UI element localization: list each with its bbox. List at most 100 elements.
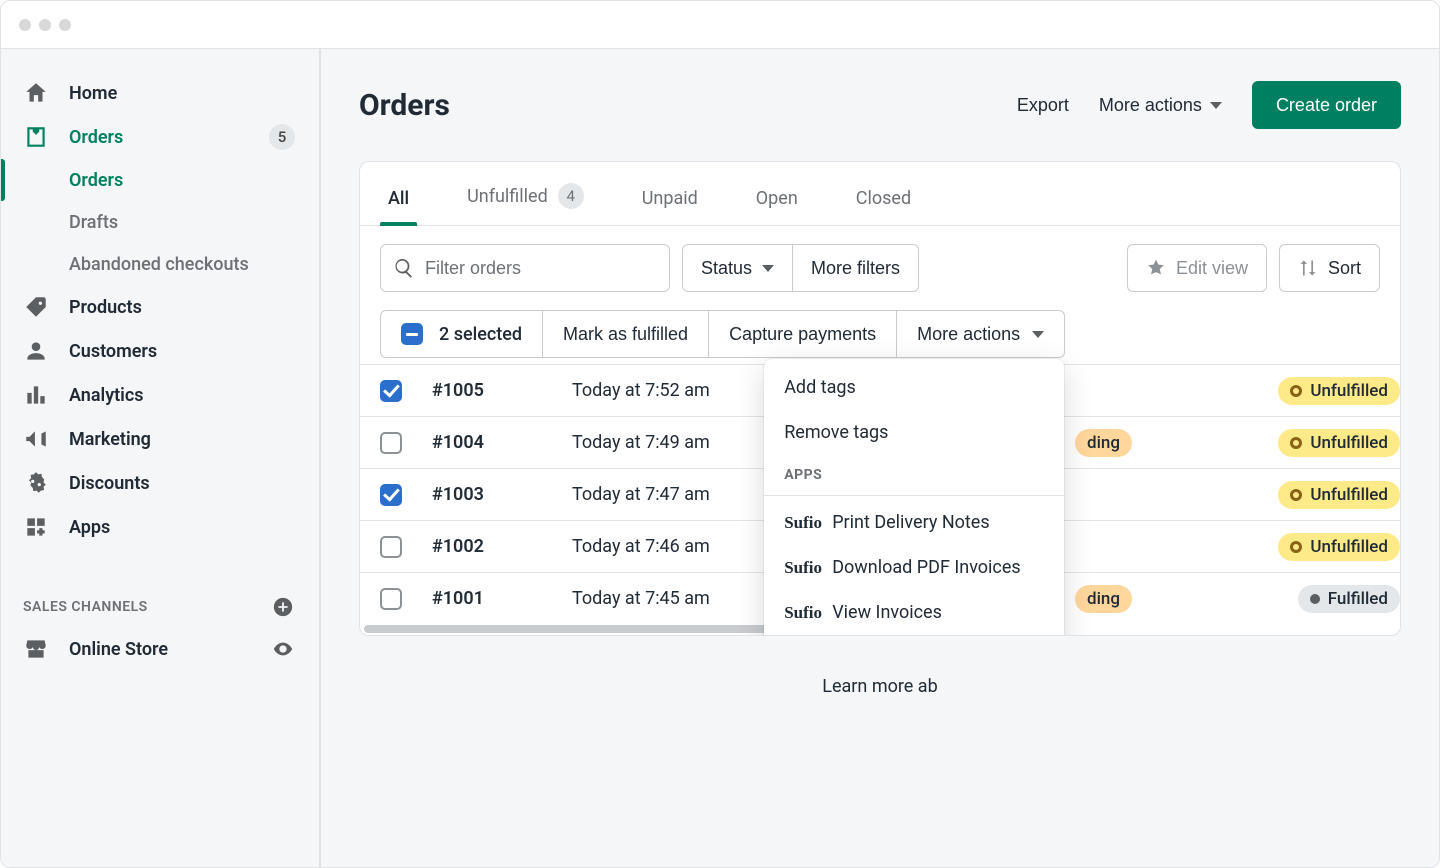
status-badge: Unfulfilled xyxy=(1278,377,1400,405)
row-checkbox[interactable] xyxy=(380,536,402,558)
dropdown-item-label: View Invoices xyxy=(832,602,942,623)
sidebar-item-label: Marketing xyxy=(69,429,151,450)
window-minimize-icon[interactable] xyxy=(39,19,51,31)
page-title: Orders xyxy=(359,88,450,123)
sidebar-sub-drafts[interactable]: Drafts xyxy=(69,201,311,243)
sort-button[interactable]: Sort xyxy=(1279,244,1380,292)
sidebar-item-orders[interactable]: Orders 5 xyxy=(1,115,311,159)
tab-unfulfilled[interactable]: Unfulfilled 4 xyxy=(459,183,592,225)
create-order-button[interactable]: Create order xyxy=(1252,81,1401,129)
sufio-logo-icon: Sufio xyxy=(784,558,816,578)
edit-view-button: Edit view xyxy=(1127,244,1267,292)
tag-icon xyxy=(23,294,49,320)
order-fulfillment-status: Unfulfilled xyxy=(1152,417,1400,469)
status-badge: Unfulfilled xyxy=(1278,481,1400,509)
more-filters-label: More filters xyxy=(811,258,900,279)
ring-icon xyxy=(1290,437,1302,449)
header-more-actions-button[interactable]: More actions xyxy=(1099,95,1222,116)
status-badge: Unfulfilled xyxy=(1278,533,1400,561)
search-icon xyxy=(393,257,415,279)
megaphone-icon xyxy=(23,426,49,452)
sidebar-item-label: Customers xyxy=(69,341,157,362)
sidebar-item-marketing[interactable]: Marketing xyxy=(1,417,311,461)
order-date: Today at 7:46 am xyxy=(552,521,752,573)
mark-fulfilled-button[interactable]: Mark as fulfilled xyxy=(563,311,688,357)
search-input-wrapper[interactable] xyxy=(380,244,670,292)
window-titlebar xyxy=(1,1,1439,49)
sidebar-sub-abandoned[interactable]: Abandoned checkouts xyxy=(69,243,311,285)
add-channel-button[interactable] xyxy=(271,595,295,619)
order-date: Today at 7:49 am xyxy=(552,417,752,469)
order-number[interactable]: #1002 xyxy=(412,521,552,573)
window-close-icon[interactable] xyxy=(19,19,31,31)
sidebar-item-home[interactable]: Home xyxy=(1,71,311,115)
orders-card: All Unfulfilled 4 Unpaid Open Closed xyxy=(359,161,1401,636)
status-badge: Fulfilled xyxy=(1298,585,1400,613)
more-filters-button[interactable]: More filters xyxy=(793,244,919,292)
sidebar-sub-orders[interactable]: Orders xyxy=(69,159,311,201)
tab-label: Closed xyxy=(856,188,911,209)
tab-unpaid[interactable]: Unpaid xyxy=(634,188,706,225)
apps-icon xyxy=(23,514,49,540)
dropdown-apps-heading: APPS xyxy=(764,455,1064,491)
discount-icon xyxy=(23,470,49,496)
dropdown-app-item[interactable]: Sufio Print Delivery Notes xyxy=(764,500,1064,545)
dropdown-app-item[interactable]: Sufio Download PDF Invoices xyxy=(764,545,1064,590)
view-store-button[interactable] xyxy=(271,637,295,661)
dropdown-separator xyxy=(764,495,1064,496)
tab-label: All xyxy=(388,188,409,209)
order-number[interactable]: #1005 xyxy=(412,365,552,417)
sufio-logo-icon: Sufio xyxy=(784,603,816,623)
sidebar-item-customers[interactable]: Customers xyxy=(1,329,311,373)
sidebar-item-discounts[interactable]: Discounts xyxy=(1,461,311,505)
status-badge: Unfulfilled xyxy=(1278,429,1400,457)
sidebar-item-products[interactable]: Products xyxy=(1,285,311,329)
export-label: Export xyxy=(1017,95,1069,116)
order-number[interactable]: #1001 xyxy=(412,573,552,625)
sufio-logo-icon: Sufio xyxy=(784,513,816,533)
tab-all[interactable]: All xyxy=(380,188,417,225)
order-number[interactable]: #1003 xyxy=(412,469,552,521)
dropdown-item-label: Download PDF Invoices xyxy=(832,557,1021,578)
order-number[interactable]: #1004 xyxy=(412,417,552,469)
row-checkbox[interactable] xyxy=(380,588,402,610)
status-filter-button[interactable]: Status xyxy=(682,244,793,292)
status-label: Status xyxy=(701,258,752,279)
search-input[interactable] xyxy=(425,258,657,279)
order-fulfillment-status: Unfulfilled xyxy=(1152,469,1400,521)
row-checkbox[interactable] xyxy=(380,380,402,402)
learn-more-text: Learn more ab xyxy=(359,676,1401,697)
row-checkbox[interactable] xyxy=(380,432,402,454)
sidebar-item-online-store[interactable]: Online Store xyxy=(1,627,311,671)
dropdown-app-item[interactable]: Sufio Print Invoices xyxy=(764,635,1064,636)
tab-badge: 4 xyxy=(558,183,584,209)
caret-down-icon xyxy=(1032,331,1044,338)
sidebar-item-analytics[interactable]: Analytics xyxy=(1,373,311,417)
dropdown-add-tags[interactable]: Add tags xyxy=(764,365,1064,410)
select-all-checkbox[interactable] xyxy=(401,323,423,345)
export-button[interactable]: Export xyxy=(1017,95,1069,116)
sales-channels-label: SALES CHANNELS xyxy=(23,599,148,615)
bulk-action-bar: 2 selected Mark as fulfilled Capture pay… xyxy=(360,310,1400,364)
dropdown-remove-tags[interactable]: Remove tags xyxy=(764,410,1064,455)
sidebar-item-apps[interactable]: Apps xyxy=(1,505,311,549)
tab-label: Unfulfilled xyxy=(467,186,548,207)
bulk-more-actions-label: More actions xyxy=(917,324,1020,345)
bulk-more-actions-button[interactable]: More actions xyxy=(917,311,1044,357)
main-content: Orders Export More actions Create order … xyxy=(321,49,1439,867)
sidebar-item-label: Discounts xyxy=(69,473,150,494)
analytics-icon xyxy=(23,382,49,408)
capture-payments-button[interactable]: Capture payments xyxy=(729,311,876,357)
dropdown-app-item[interactable]: Sufio View Invoices xyxy=(764,590,1064,635)
tab-open[interactable]: Open xyxy=(748,188,806,225)
sidebar-orders-subnav: Orders Drafts Abandoned checkouts xyxy=(1,159,311,285)
tab-closed[interactable]: Closed xyxy=(848,188,919,225)
window-maximize-icon[interactable] xyxy=(59,19,71,31)
sidebar-item-label: Online Store xyxy=(69,639,168,660)
ring-icon xyxy=(1290,489,1302,501)
filter-bar: Status More filters Edit view xyxy=(360,226,1400,310)
person-icon xyxy=(23,338,49,364)
ring-icon xyxy=(1290,385,1302,397)
row-checkbox[interactable] xyxy=(380,484,402,506)
sort-label: Sort xyxy=(1328,258,1361,279)
